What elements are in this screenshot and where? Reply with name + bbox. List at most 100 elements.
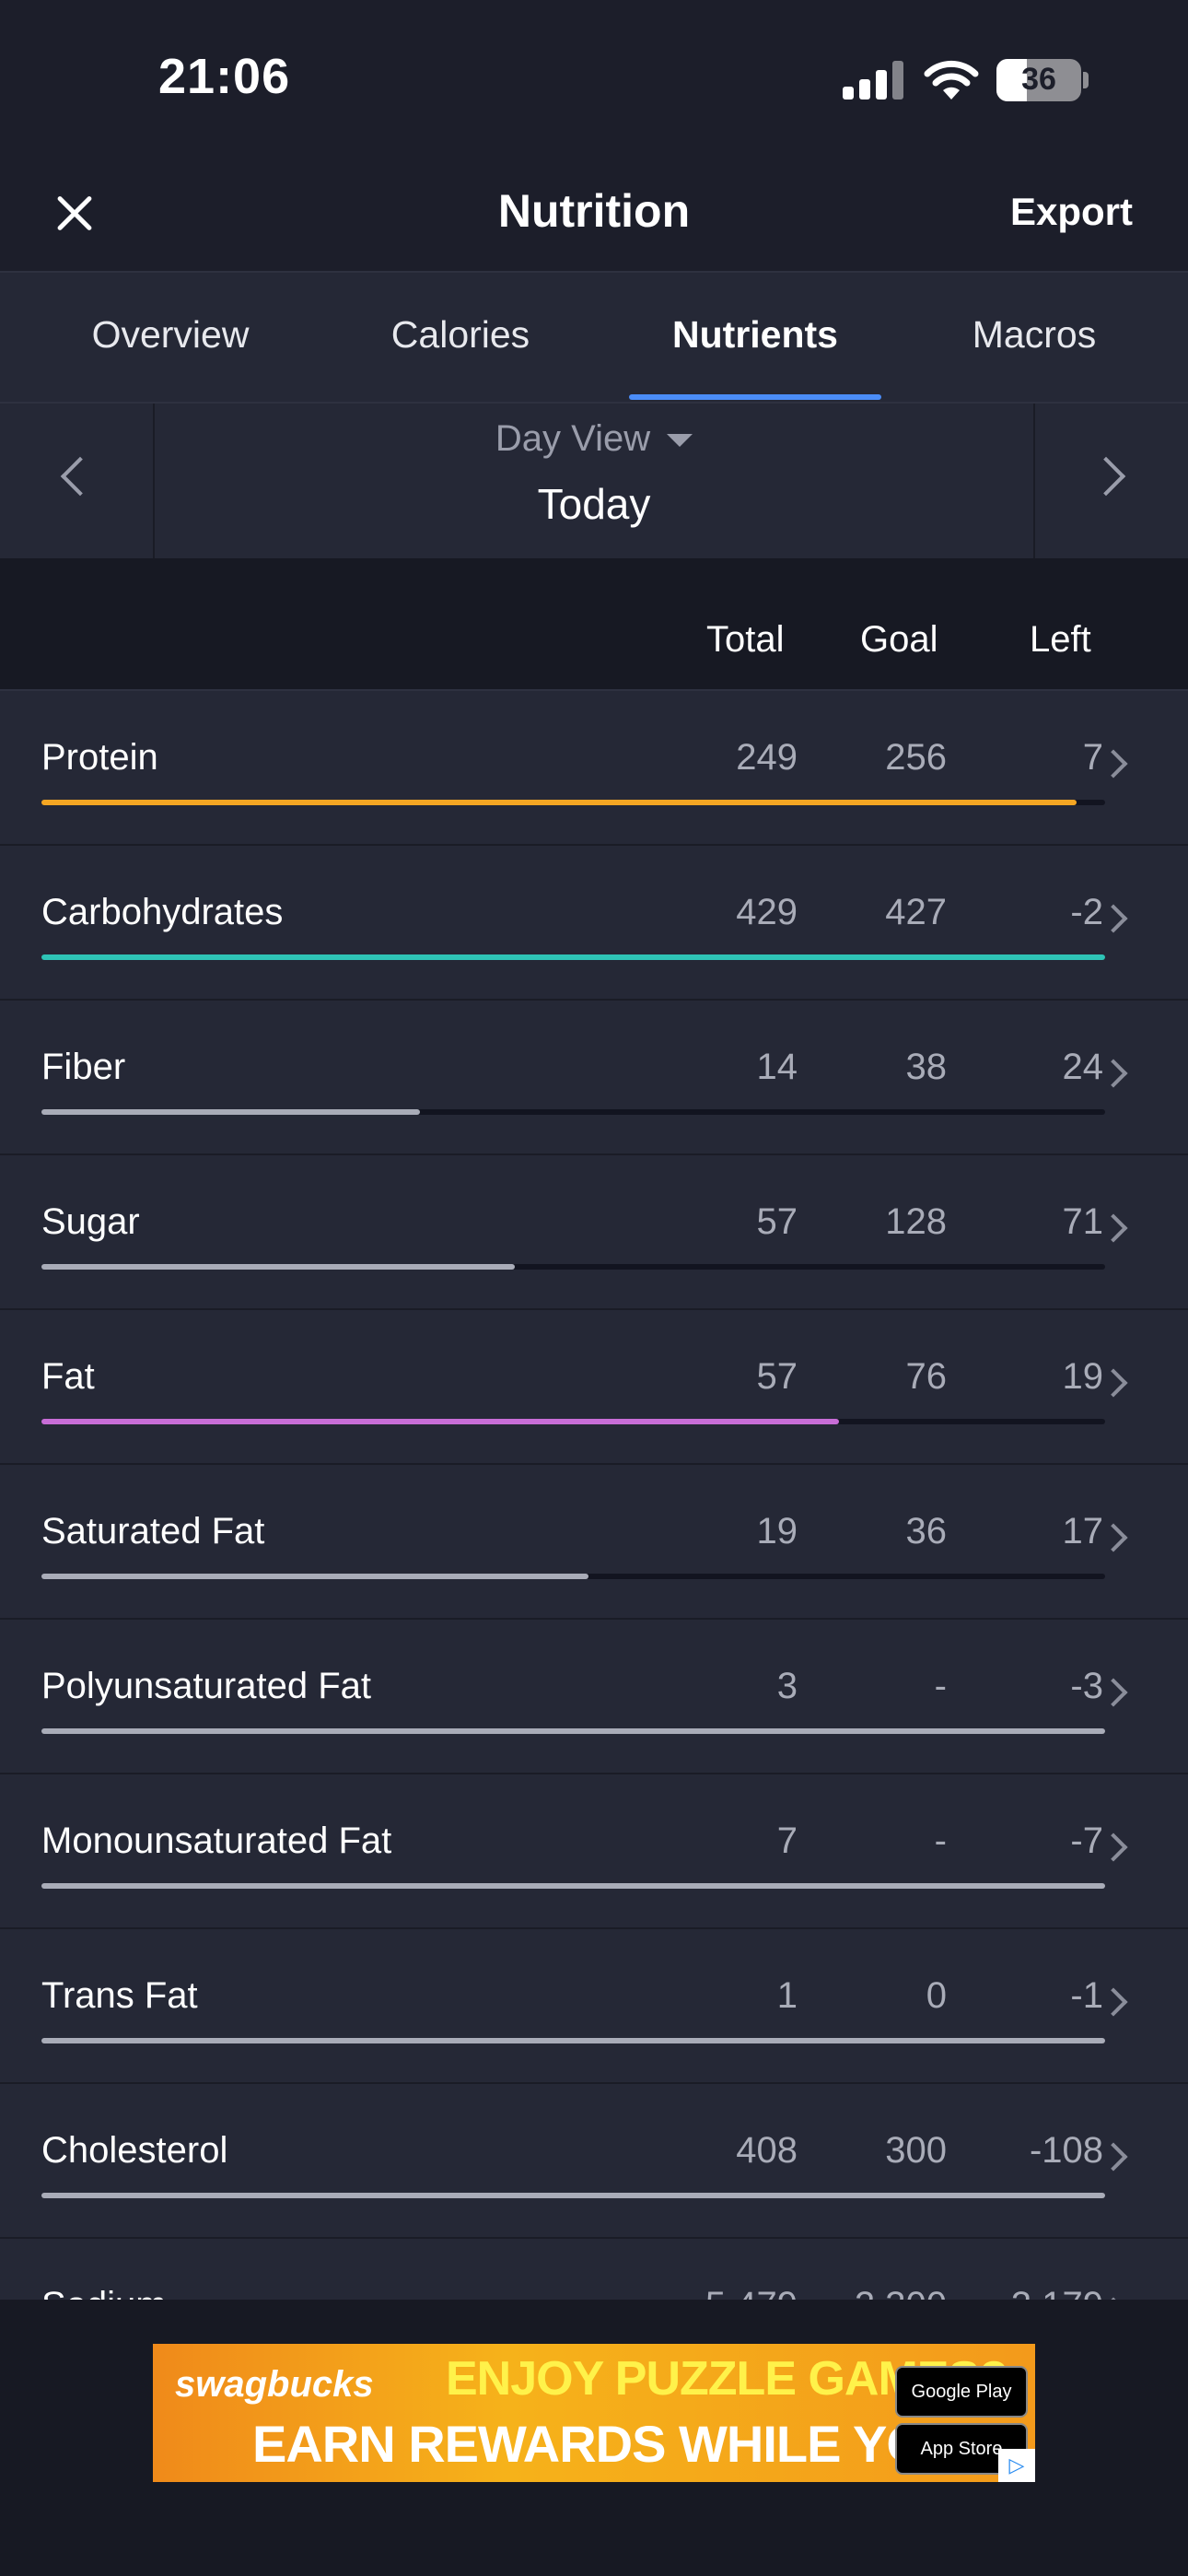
cellular-signal-icon (843, 61, 903, 100)
google-play-badge[interactable]: Google Play (895, 2366, 1028, 2418)
progress-fill (41, 2193, 1105, 2198)
nutrient-goal: 0 (926, 1975, 947, 2016)
progress-fill (41, 1419, 840, 1424)
nutrient-name: Polyunsaturated Fat (41, 1666, 371, 1706)
nutrient-left: -3 (1070, 1666, 1103, 1706)
nutrient-row[interactable]: Fiber 14 38 24 (0, 1001, 1188, 1155)
nutrient-name: Fat (41, 1356, 95, 1397)
export-button[interactable]: Export (1010, 190, 1133, 234)
nutrient-left: -108 (1029, 2130, 1103, 2171)
progress-track (41, 1264, 1105, 1270)
chevron-right-icon (1099, 1368, 1128, 1398)
progress-fill (41, 800, 1077, 805)
nutrient-row[interactable]: Cholesterol 408 300 -108 (0, 2084, 1188, 2239)
status-time: 21:06 (158, 49, 291, 104)
nutrient-goal: 128 (885, 1201, 947, 1242)
progress-track (41, 1883, 1105, 1889)
nutrient-goal: 427 (885, 892, 947, 932)
nutrient-row[interactable]: Carbohydrates 429 427 -2 (0, 846, 1188, 1001)
nutrient-row[interactable]: Trans Fat 1 0 -1 (0, 1929, 1188, 2084)
chevron-right-icon (1099, 2142, 1128, 2172)
nutrient-row[interactable]: Saturated Fat 19 36 17 (0, 1465, 1188, 1620)
chevron-right-icon (1099, 1678, 1128, 1707)
progress-track (41, 1109, 1105, 1115)
nutrient-total: 429 (736, 892, 798, 932)
nutrient-row[interactable]: Protein 249 256 7 (0, 691, 1188, 846)
wifi-icon (924, 60, 979, 100)
nutrient-row[interactable]: Fat 57 76 19 (0, 1310, 1188, 1465)
nutrient-name: Fiber (41, 1047, 126, 1087)
day-view-dropdown[interactable]: Day View (0, 418, 1188, 460)
nutrient-left: -7 (1070, 1821, 1103, 1861)
nutrient-total: 57 (756, 1201, 798, 1242)
nutrient-list: Protein 249 256 7 Carbohydrates 429 427 -2 Fiber… (0, 691, 1188, 2300)
nutrient-left: 17 (1062, 1511, 1104, 1551)
progress-track (41, 1419, 1105, 1424)
status-bar: 21:06 36 (0, 0, 1188, 157)
nutrient-name: Sugar (41, 1201, 140, 1242)
chevron-right-icon (1099, 1059, 1128, 1088)
nutrient-goal: - (934, 1821, 947, 1861)
ad-area: swagbucks ENJOY PUZZLE GAMES? EARN REWAR… (0, 2300, 1188, 2576)
progress-track (41, 1574, 1105, 1579)
chevron-right-icon (1099, 1213, 1128, 1243)
column-header-left: Left (1030, 619, 1091, 660)
progress-fill (41, 1109, 421, 1115)
nav-header: Nutrition Export (0, 157, 1188, 273)
nutrient-goal: 76 (905, 1356, 948, 1397)
nutrient-left: -1 (1070, 1975, 1103, 2016)
nutrient-total: 19 (756, 1511, 798, 1551)
chevron-right-icon (1099, 749, 1128, 779)
nutrient-name: Carbohydrates (41, 892, 284, 932)
caret-down-icon (667, 434, 693, 448)
battery-tip (1083, 72, 1089, 88)
nutrient-total: 57 (756, 1356, 798, 1397)
nutrient-name: Sodium (41, 2285, 167, 2300)
selected-day: Today (537, 480, 651, 528)
chevron-right-icon (1086, 456, 1126, 497)
chevron-right-icon (1099, 1832, 1128, 1862)
battery-icon: 36 (996, 59, 1081, 101)
ad-banner[interactable]: swagbucks ENJOY PUZZLE GAMES? EARN REWAR… (153, 2344, 1035, 2482)
nutrient-row[interactable]: Polyunsaturated Fat 3 - -3 (0, 1620, 1188, 1774)
nutrient-total: 7 (776, 1821, 798, 1861)
tab-macros[interactable]: Macros (930, 313, 1138, 357)
nutrient-row[interactable]: Sugar 57 128 71 (0, 1155, 1188, 1310)
nutrient-total: 249 (736, 737, 798, 778)
nutrient-name: Cholesterol (41, 2130, 228, 2171)
nutrient-left: 24 (1062, 1047, 1104, 1087)
day-selector: Day View Today (0, 404, 1188, 560)
nutrient-row[interactable]: Monounsaturated Fat 7 - -7 (0, 1774, 1188, 1929)
progress-fill (41, 1728, 1105, 1734)
nutrient-left: 7 (1082, 737, 1103, 778)
active-tab-indicator (629, 394, 881, 400)
nutrient-goal: 2,300 (799, 2285, 947, 2300)
progress-fill (41, 1574, 588, 1579)
nutrient-goal: 256 (885, 737, 947, 778)
next-day-button[interactable] (1033, 404, 1188, 558)
progress-fill (41, 1883, 1105, 1889)
progress-fill (41, 2038, 1105, 2043)
nutrient-row[interactable]: Sodium 5,4792,300 -3,179 (0, 2239, 1188, 2300)
chevron-right-icon (1099, 904, 1128, 933)
column-header-total: Total (706, 619, 785, 660)
adchoices-icon[interactable]: ▷ (998, 2449, 1035, 2482)
nutrient-left: 19 (1062, 1356, 1104, 1397)
column-header-goal: Goal (860, 619, 938, 660)
nutrient-name: Trans Fat (41, 1975, 198, 2016)
nutrient-left: -2 (1070, 892, 1103, 932)
nutrient-total: 14 (756, 1047, 798, 1087)
nutrient-goal: - (934, 1666, 947, 1706)
progress-track (41, 1728, 1105, 1734)
progress-track (41, 2038, 1105, 2043)
tab-bar: Overview Calories Nutrients Macros (0, 273, 1188, 404)
tab-calories[interactable]: Calories (350, 313, 571, 357)
day-view-label: Day View (495, 418, 651, 459)
tab-overview[interactable]: Overview (55, 313, 285, 357)
column-headers: Total Goal Left (0, 558, 1188, 691)
tab-nutrients[interactable]: Nutrients (629, 313, 881, 357)
nutrient-name: Saturated Fat (41, 1511, 265, 1551)
progress-fill (41, 1264, 515, 1270)
nutrient-total: 1 (776, 1975, 798, 2016)
progress-fill (41, 954, 1105, 960)
